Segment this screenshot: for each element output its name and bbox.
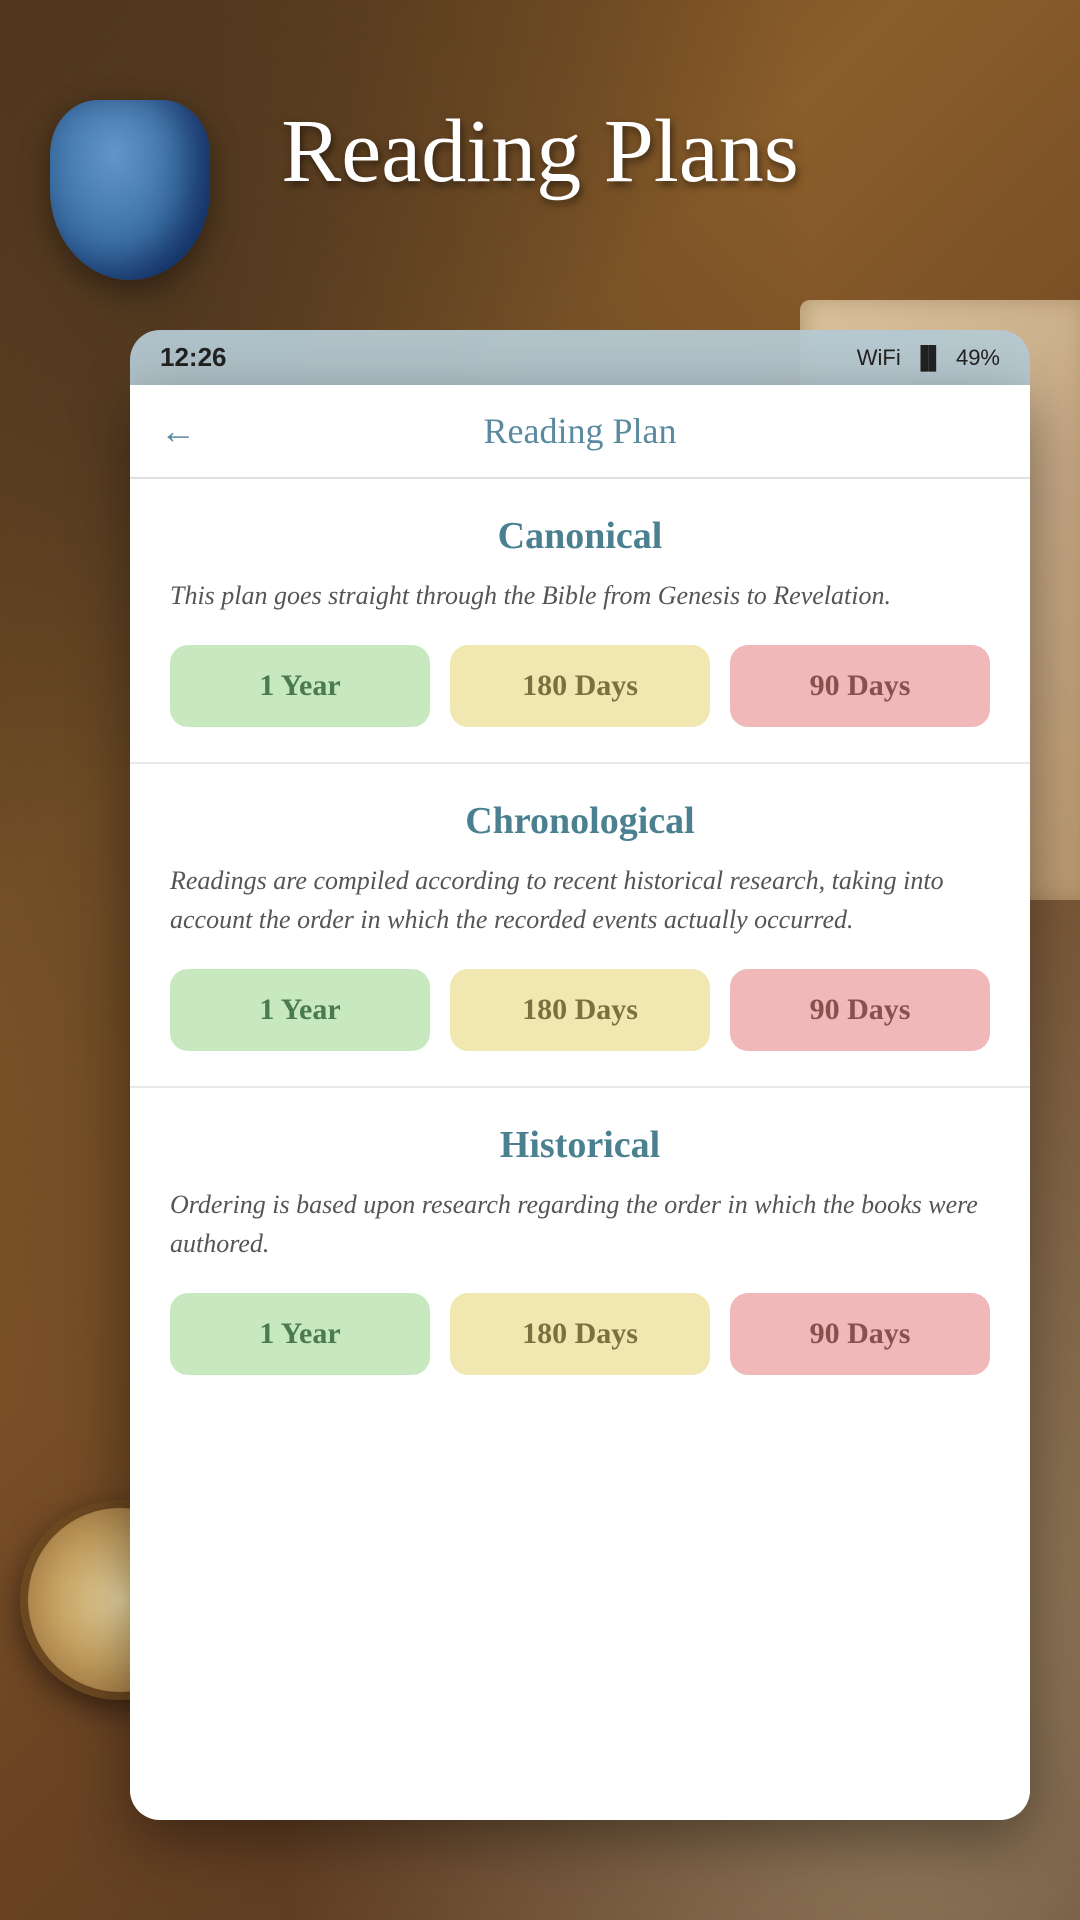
canonical-180days-button[interactable]: 180 Days <box>450 645 710 727</box>
status-icons: WiFi ▐▌ 49% <box>857 345 1000 371</box>
chronological-90days-button[interactable]: 90 Days <box>730 969 990 1051</box>
chronological-section: Chronological Readings are compiled acco… <box>130 764 1030 1088</box>
historical-buttons: 1 Year 180 Days 90 Days <box>170 1293 990 1375</box>
historical-90days-button[interactable]: 90 Days <box>730 1293 990 1375</box>
scroll-area[interactable]: Canonical This plan goes straight throug… <box>130 479 1030 1814</box>
status-bar: 12:26 WiFi ▐▌ 49% <box>130 330 1030 385</box>
app-header: ← Reading Plan <box>130 385 1030 479</box>
main-card: ← Reading Plan Canonical This plan goes … <box>130 385 1030 1820</box>
canonical-90days-button[interactable]: 90 Days <box>730 645 990 727</box>
historical-title: Historical <box>170 1123 990 1167</box>
historical-description: Ordering is based upon research regardin… <box>170 1185 990 1263</box>
chronological-buttons: 1 Year 180 Days 90 Days <box>170 969 990 1051</box>
canonical-section: Canonical This plan goes straight throug… <box>130 479 1030 764</box>
canonical-description: This plan goes straight through the Bibl… <box>170 576 990 615</box>
canonical-1year-button[interactable]: 1 Year <box>170 645 430 727</box>
canonical-buttons: 1 Year 180 Days 90 Days <box>170 645 990 727</box>
historical-1year-button[interactable]: 1 Year <box>170 1293 430 1375</box>
chronological-description: Readings are compiled according to recen… <box>170 861 990 939</box>
status-time: 12:26 <box>160 342 227 373</box>
page-title: Reading Plans <box>0 100 1080 203</box>
chronological-1year-button[interactable]: 1 Year <box>170 969 430 1051</box>
battery-indicator: 49% <box>956 345 1000 371</box>
chronological-180days-button[interactable]: 180 Days <box>450 969 710 1051</box>
signal-icon: ▐▌ <box>913 345 944 371</box>
wifi-icon: WiFi <box>857 345 901 371</box>
app-header-title: Reading Plan <box>216 410 944 452</box>
chronological-title: Chronological <box>170 799 990 843</box>
historical-section: Historical Ordering is based upon resear… <box>130 1088 1030 1410</box>
back-button[interactable]: ← <box>160 413 196 449</box>
canonical-title: Canonical <box>170 514 990 558</box>
historical-180days-button[interactable]: 180 Days <box>450 1293 710 1375</box>
